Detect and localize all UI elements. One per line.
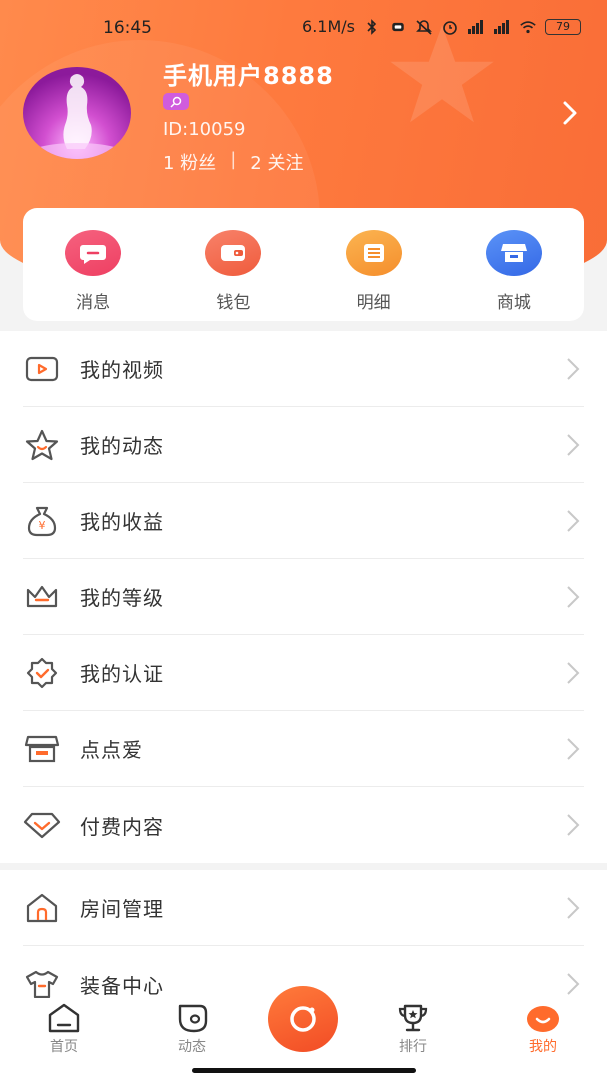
menu-item-label: 点点爱 (80, 738, 143, 762)
chevron-right-icon (567, 662, 580, 684)
profile-chevron-right-icon[interactable] (559, 98, 581, 128)
avatar[interactable] (23, 67, 131, 159)
menu-item-my-verification[interactable]: 我的认证 (23, 635, 584, 711)
chevron-right-icon (567, 586, 580, 608)
quick-actions-card: 消息 钱包 明细 商城 (23, 208, 584, 321)
money-bag-icon: ¥ (23, 503, 61, 539)
menu-group-primary: 我的视频 我的动态 ¥ 我的收益 我的等级 我的认证 点点爱 付费内容 (0, 331, 607, 863)
tab-ranking[interactable]: 排行 (373, 1002, 453, 1056)
quick-action-label: 商城 (496, 293, 531, 313)
menu-item-paid-content[interactable]: 付费内容 (23, 787, 584, 863)
star-icon (23, 427, 61, 463)
home-indicator[interactable] (192, 1068, 416, 1073)
stats-separator: | (230, 149, 237, 170)
bluetooth-icon (367, 18, 377, 35)
chevron-right-icon (567, 510, 580, 532)
wifi-icon (520, 20, 536, 33)
chevron-right-icon (567, 738, 580, 760)
avatar-figure-icon (27, 74, 127, 159)
chevron-right-icon (567, 434, 580, 456)
tab-home[interactable]: 首页 (24, 1002, 104, 1056)
menu-item-label: 我的视频 (80, 358, 164, 382)
battery-indicator: 79 (545, 18, 581, 35)
quick-action-wallet[interactable]: 钱包 (163, 208, 303, 321)
menu-item-label: 我的收益 (80, 510, 164, 534)
camera-icon (290, 1006, 316, 1032)
tab-label: 排行 (399, 1039, 427, 1055)
store-icon (23, 731, 61, 767)
quick-action-label: 消息 (76, 293, 111, 313)
net-speed: 6.1M/s (302, 17, 355, 36)
quick-action-label: 明细 (356, 293, 391, 313)
tab-me[interactable]: 我的 (503, 1002, 583, 1056)
follow-stats: 1 粉丝 | 2 关注 (163, 149, 303, 175)
quick-action-label: 钱包 (216, 293, 251, 313)
tab-camera-button[interactable] (268, 986, 338, 1052)
menu-item-label: 我的动态 (80, 434, 164, 458)
message-icon (65, 230, 122, 276)
quick-action-shop[interactable]: 商城 (444, 208, 584, 321)
signal-hd-icon (468, 19, 483, 34)
status-time: 16:45 (103, 18, 152, 38)
tshirt-icon (23, 966, 61, 1002)
chevron-right-icon (567, 973, 580, 995)
list-icon (345, 230, 402, 276)
quick-action-details[interactable]: 明细 (304, 208, 444, 321)
menu-item-my-videos[interactable]: 我的视频 (23, 331, 584, 407)
tab-label: 首页 (50, 1039, 78, 1055)
user-id: ID:10059 (163, 119, 246, 140)
feed-icon (178, 1004, 208, 1033)
chevron-right-icon (567, 358, 580, 380)
mute-icon (416, 19, 432, 35)
verified-badge-icon (23, 655, 61, 691)
menu-item-room-management[interactable]: 房间管理 (23, 870, 584, 946)
svg-text:¥: ¥ (39, 519, 46, 532)
level-badge-icon (170, 96, 182, 108)
tab-label: 动态 (178, 1039, 206, 1055)
status-bar: 16:45 6.1M/s 79 (0, 0, 607, 56)
level-badge (163, 93, 189, 110)
tab-feed[interactable]: 动态 (152, 1002, 232, 1056)
quick-action-messages[interactable]: 消息 (23, 208, 163, 321)
username: 手机用户8888 (163, 62, 334, 90)
diamond-icon (23, 807, 61, 843)
trophy-icon (398, 1004, 428, 1032)
home-icon (48, 1003, 80, 1033)
me-icon (527, 1006, 559, 1032)
chevron-right-icon (567, 897, 580, 919)
shop-icon (485, 230, 542, 276)
menu-item-label: 我的认证 (80, 662, 164, 686)
video-icon (23, 351, 61, 387)
crown-icon (23, 579, 61, 615)
follows-count[interactable]: 2 关注 (250, 149, 303, 175)
menu-item-label: 我的等级 (80, 586, 164, 610)
signal-icon (494, 19, 509, 34)
fans-count[interactable]: 1 粉丝 (163, 149, 216, 175)
house-icon (23, 890, 61, 926)
menu-item-label: 装备中心 (80, 973, 164, 998)
menu-item-my-level[interactable]: 我的等级 (23, 559, 584, 635)
vibrate-icon (392, 22, 404, 31)
menu-item-diandian-ai[interactable]: 点点爱 (23, 711, 584, 787)
chevron-right-icon (567, 814, 580, 836)
menu-item-my-posts[interactable]: 我的动态 (23, 407, 584, 483)
wallet-icon (205, 230, 262, 276)
menu-item-my-earnings[interactable]: ¥ 我的收益 (23, 483, 584, 559)
tab-label: 我的 (529, 1039, 557, 1055)
menu-item-label: 房间管理 (80, 897, 164, 921)
menu-item-label: 付费内容 (80, 814, 164, 839)
alarm-icon (443, 20, 457, 35)
